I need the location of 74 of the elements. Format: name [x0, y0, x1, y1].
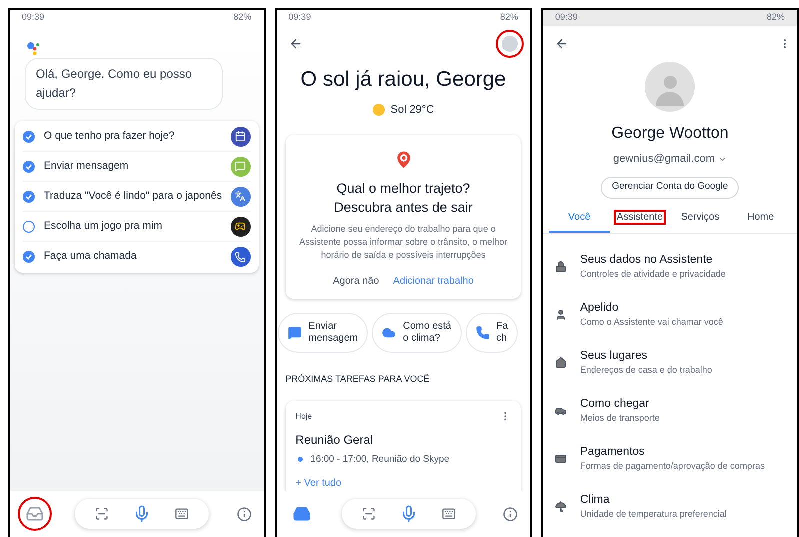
item-title: Clima — [580, 492, 611, 508]
settings-item[interactable]: Pagamentos Formas de pagamento/aprovação de compras — [543, 434, 798, 482]
sun-icon — [372, 104, 385, 116]
item-subtitle: Formas de pagamento/aprovação de compras — [580, 460, 765, 472]
status-time: 09:39 — [555, 11, 578, 24]
suggestion-label: Enviar mensagem — [44, 158, 130, 174]
phone-icon — [476, 326, 490, 340]
suggestion-item[interactable]: Faça uma chamada — [23, 242, 251, 272]
suggestion-item[interactable]: Escolha um jogo pra mim — [23, 212, 251, 242]
tab[interactable]: Assistente — [610, 204, 670, 232]
item-title: Pagamentos — [580, 444, 646, 460]
assistant-logo — [27, 42, 41, 56]
event-text: 16:00 - 17:00, Reunião do Skype — [310, 452, 450, 466]
suggestion-item[interactable]: Traduza "Você é lindo" para o japonês — [23, 182, 251, 212]
greeting-bubble: Olá, George. Como eu posso ajudar? — [25, 58, 223, 110]
person-icon — [555, 308, 568, 320]
item-title: Apelido — [580, 300, 620, 316]
card-heading: Descubra antes de sair — [334, 199, 473, 217]
weather-text: Sol 29°C — [390, 102, 434, 118]
day-label: Hoje — [296, 410, 312, 422]
item-subtitle: Unidade de temperatura preferencial — [580, 508, 727, 520]
settings-item[interactable]: Seus lugares Endereços de casa e do trabalho — [543, 338, 798, 386]
greeting-title: O sol já raiou, George — [300, 67, 508, 93]
add-work-button[interactable]: Adicionar trabalho — [393, 274, 474, 289]
manage-account-button[interactable]: Gerenciar Conta do Google — [601, 176, 740, 198]
card-heading: Qual o melhor trajeto? — [336, 180, 470, 198]
umbrella-icon — [555, 500, 568, 512]
suggestion-item[interactable]: O que tenho pra fazer hoje? — [23, 122, 251, 152]
suggestion-label: O que tenho pra fazer hoje? — [44, 128, 176, 144]
lock-icon — [555, 260, 568, 272]
home-icon — [555, 356, 568, 368]
suggestion-item[interactable]: Enviar mensagem — [23, 152, 251, 182]
item-subtitle: Como o Assistente vai chamar você — [580, 316, 724, 328]
info-icon[interactable] — [236, 506, 252, 522]
settings-item[interactable]: Clima Unidade de temperatura preferencial — [543, 482, 798, 530]
item-subtitle: Endereços de casa e do trabalho — [580, 364, 712, 376]
cloud-icon — [382, 326, 396, 340]
keyboard-icon[interactable] — [175, 507, 190, 521]
lens-icon[interactable] — [95, 507, 110, 521]
tab[interactable]: Home — [730, 204, 792, 232]
mic-icon[interactable] — [400, 505, 418, 523]
settings-item[interactable]: Apelido Como o Assistente vai chamar você — [543, 290, 798, 338]
suggestion-label: Escolha um jogo pra mim — [44, 218, 164, 234]
item-subtitle: Controles de atividade e privacidade — [580, 268, 726, 280]
keyboard-icon[interactable] — [442, 507, 456, 521]
tab[interactable]: Serviços — [670, 204, 731, 232]
item-title: Como chegar — [580, 396, 650, 412]
battery-level: 82% — [234, 11, 252, 24]
see-all-link[interactable]: + Ver tudo — [296, 476, 512, 491]
battery-level: 82% — [500, 11, 518, 24]
user-name: George Wootton — [612, 124, 729, 144]
item-title: Seus lugares — [580, 348, 648, 364]
suggestion-chip[interactable]: Fa ch — [466, 313, 518, 353]
item-subtitle: Meios de transporte — [580, 412, 660, 424]
card-body: Adicione seu endereço do trabalho para que o Assistente possa informar sobre o trânsito, o melhor horário de saída e possíveis interrupções — [298, 223, 509, 262]
info-icon[interactable] — [503, 506, 518, 522]
suggestion-chip[interactable]: Como está o clima? — [372, 313, 462, 353]
tab[interactable]: Você — [549, 204, 610, 232]
battery-level: 82% — [767, 11, 786, 24]
settings-item[interactable]: Seus dados no Assistente Controles de atividade e privacidade — [543, 242, 798, 290]
suggestion-chip[interactable]: Enviar mensagem — [278, 313, 368, 353]
card-icon — [555, 452, 568, 464]
status-time: 09:39 — [288, 11, 312, 24]
message-icon — [288, 326, 302, 340]
item-title: Seus dados no Assistente — [580, 252, 714, 268]
lens-icon[interactable] — [362, 507, 376, 521]
user-email: gewnius@gmail.com — [613, 152, 715, 167]
settings-item[interactable]: Como chegar Meios de transporte — [543, 386, 798, 434]
section-heading: PRÓXIMAS TAREFAS PARA VOCÊ — [286, 373, 431, 386]
suggestion-label: Faça uma chamada — [44, 249, 138, 264]
suggestion-label: Traduza "Você é lindo" para o japonês — [44, 188, 224, 204]
task-title: Reunião Geral — [296, 432, 374, 448]
dismiss-button[interactable]: Agora não — [333, 274, 380, 289]
status-time: 09:39 — [22, 11, 45, 24]
